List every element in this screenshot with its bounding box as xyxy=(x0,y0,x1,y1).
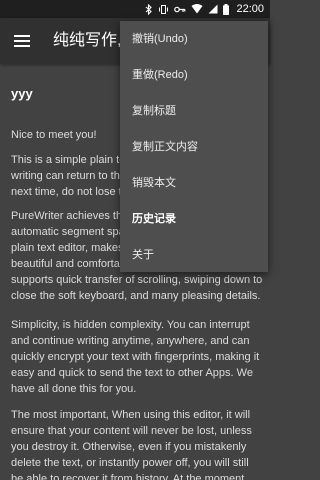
battery-icon xyxy=(223,3,230,15)
document-title[interactable]: yyy xyxy=(11,86,33,101)
bluetooth-icon xyxy=(146,3,153,15)
menu-item-redo[interactable]: 重做(Redo) xyxy=(120,57,268,93)
overflow-menu: 撤销(Undo) 重做(Redo) 复制标题 复制正文内容 销毁本文 历史记录 … xyxy=(120,21,268,272)
paragraph[interactable]: The most important, When using this edit… xyxy=(11,407,263,480)
menu-item-destroy[interactable]: 销毁本文 xyxy=(120,165,268,201)
paragraph[interactable]: Simplicity, is hidden complexity. You ca… xyxy=(11,317,263,397)
status-bar: 22:00 xyxy=(0,0,270,18)
status-icons: 22:00 xyxy=(145,2,264,16)
menu-item-copy-body[interactable]: 复制正文内容 xyxy=(120,129,268,165)
vibrate-icon xyxy=(159,4,169,14)
menu-item-undo[interactable]: 撤销(Undo) xyxy=(120,21,268,57)
menu-item-about[interactable]: 关于 xyxy=(120,237,268,273)
key-icon xyxy=(174,6,186,12)
menu-item-history[interactable]: 历史记录 xyxy=(120,201,268,237)
signal-icon xyxy=(208,4,218,14)
hamburger-icon xyxy=(14,35,30,47)
menu-item-copy-title[interactable]: 复制标题 xyxy=(120,93,268,129)
wifi-icon xyxy=(191,4,203,14)
status-time: 22:00 xyxy=(236,3,264,15)
menu-button[interactable] xyxy=(8,27,36,55)
